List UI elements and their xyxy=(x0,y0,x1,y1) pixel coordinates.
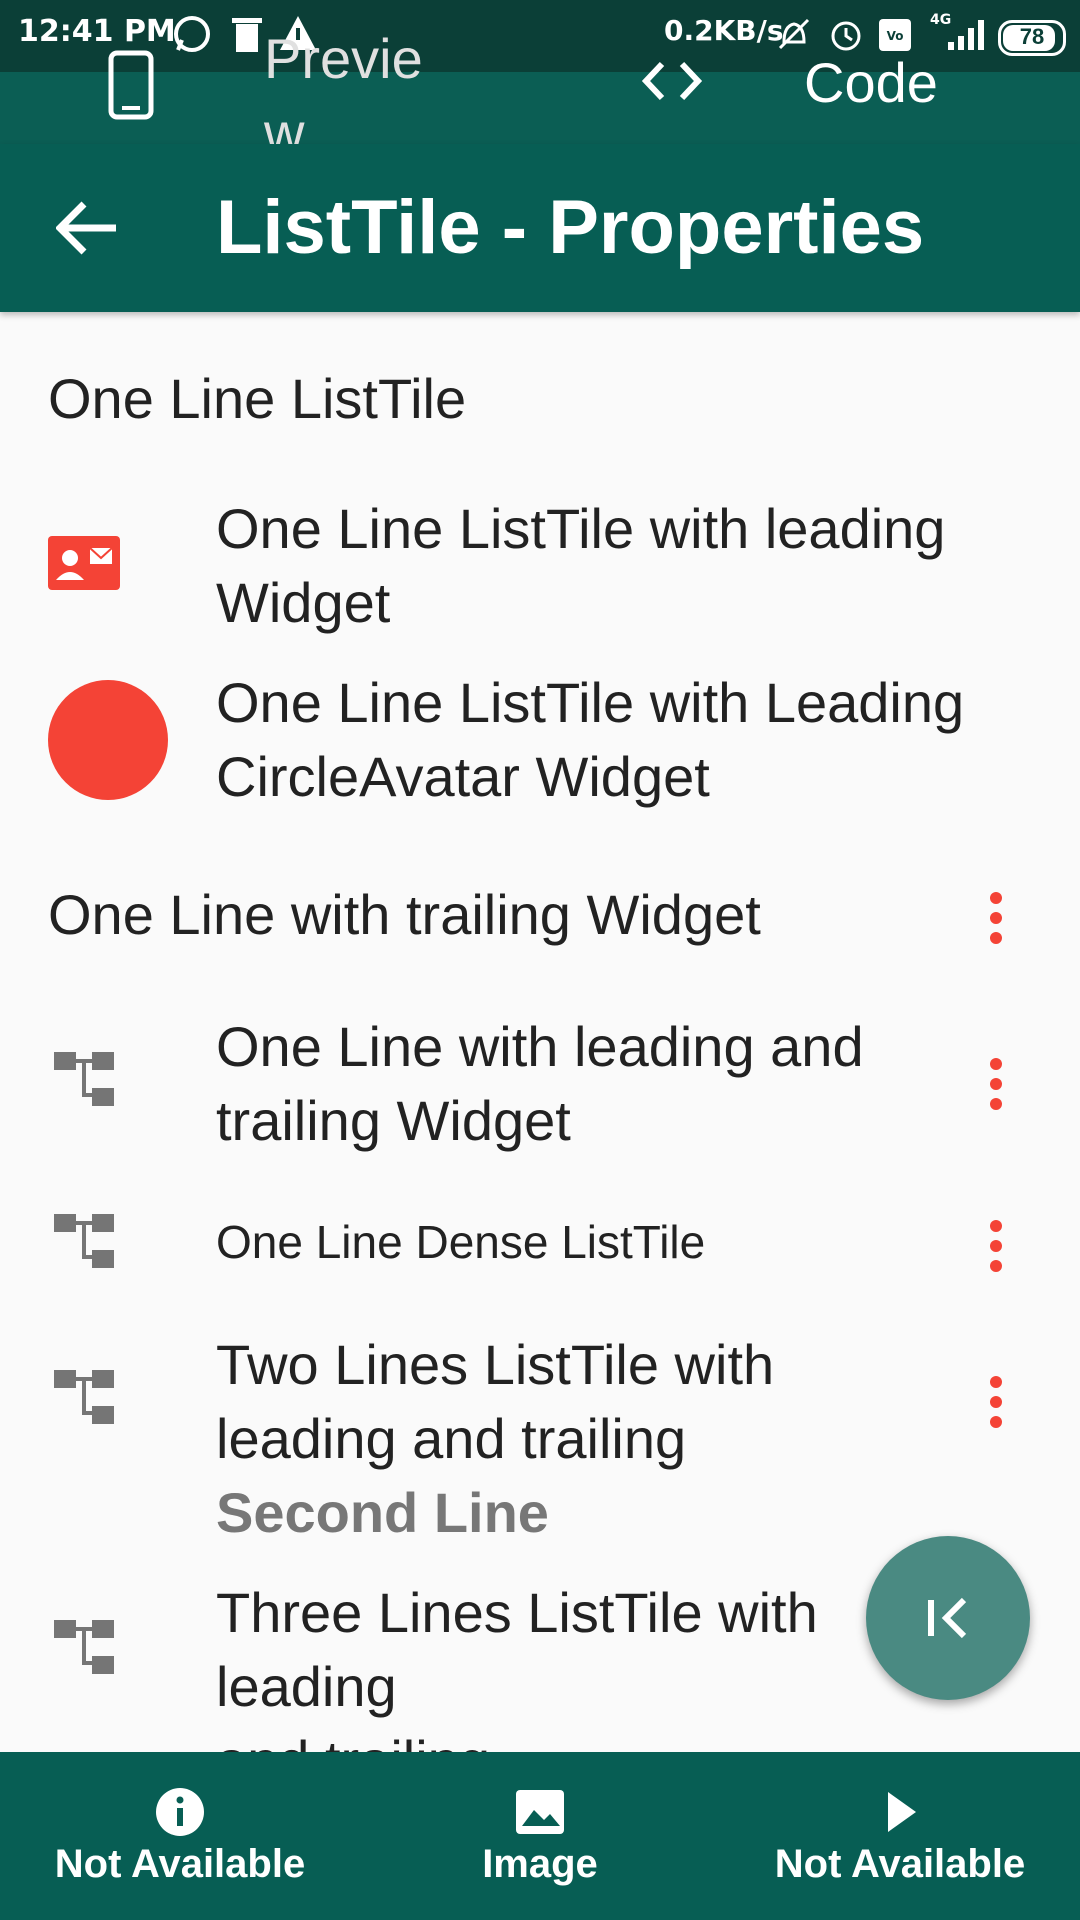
account-tree-icon xyxy=(54,1620,114,1674)
info-icon xyxy=(156,1788,204,1836)
volte-icon: Vo xyxy=(879,19,911,51)
page-title: ListTile - Properties xyxy=(216,185,925,270)
list-item[interactable]: Two Lines ListTile with leading and trai… xyxy=(216,1328,916,1550)
net-speed: 0.2KB/s xyxy=(664,14,784,47)
list-item-title: Two Lines ListTile with leading and trai… xyxy=(216,1333,775,1470)
battery-icon: 78 xyxy=(998,20,1066,56)
account-tree-icon xyxy=(54,1370,114,1424)
more-vert-icon[interactable] xyxy=(986,888,1006,948)
list-item[interactable]: One Line ListTile with leading Widget xyxy=(216,492,996,640)
back-arrow-icon[interactable] xyxy=(56,196,120,260)
more-vert-icon[interactable] xyxy=(986,1372,1006,1432)
bottom-nav-label: Not Available xyxy=(54,1842,306,1886)
list-item-title: Three Lines ListTile with leading xyxy=(216,1581,818,1718)
first-page-icon xyxy=(928,1597,967,1639)
list-item-title-tail: and trailing xyxy=(216,1724,916,1752)
alarm-icon xyxy=(831,21,861,51)
trash-icon xyxy=(232,18,262,52)
bottom-nav-image[interactable]: Image xyxy=(360,1752,720,1920)
collapse-fab-button[interactable] xyxy=(866,1536,1030,1700)
bottom-nav-label: Not Available xyxy=(774,1842,1026,1886)
signal-icon xyxy=(948,20,984,50)
mute-icon xyxy=(778,18,810,50)
list-view[interactable]: One Line ListTile One Line ListTile with… xyxy=(0,312,1080,1752)
tab-code[interactable]: Code xyxy=(804,50,938,115)
list-item[interactable]: One Line ListTile with Leading CircleAva… xyxy=(216,666,1036,814)
app-bar: ListTile - Properties xyxy=(0,144,1080,312)
code-icon[interactable] xyxy=(640,58,704,104)
list-item[interactable]: One Line ListTile xyxy=(48,362,466,436)
whatsapp-icon xyxy=(174,16,210,52)
tab-bar: Previe w Code xyxy=(0,27,1080,164)
status-time: 12:41 PM xyxy=(18,14,176,49)
account-tree-icon xyxy=(54,1214,114,1268)
circle-avatar xyxy=(48,680,168,800)
more-vert-icon[interactable] xyxy=(986,1216,1006,1276)
play-icon xyxy=(888,1792,916,1832)
list-item[interactable]: Three Lines ListTile with leading and tr… xyxy=(216,1576,916,1752)
more-vert-icon[interactable] xyxy=(986,1054,1006,1114)
svg-text:Vo: Vo xyxy=(887,29,904,43)
contact-mail-icon xyxy=(48,536,120,590)
list-item-subtitle: Second Line xyxy=(216,1481,549,1544)
bottom-navigation: Not Available Image Not Available xyxy=(0,1752,1080,1920)
bottom-nav-play[interactable]: Not Available xyxy=(720,1752,1080,1920)
account-tree-icon xyxy=(54,1052,114,1106)
list-item[interactable]: One Line with trailing Widget xyxy=(48,878,761,952)
list-item[interactable]: One Line with leading and trailing Widge… xyxy=(216,1010,996,1158)
phone-icon[interactable] xyxy=(108,50,154,120)
image-icon xyxy=(516,1790,564,1834)
bottom-nav-label: Image xyxy=(482,1842,598,1886)
list-item[interactable]: One Line Dense ListTile xyxy=(216,1212,705,1272)
bottom-nav-info[interactable]: Not Available xyxy=(0,1752,360,1920)
